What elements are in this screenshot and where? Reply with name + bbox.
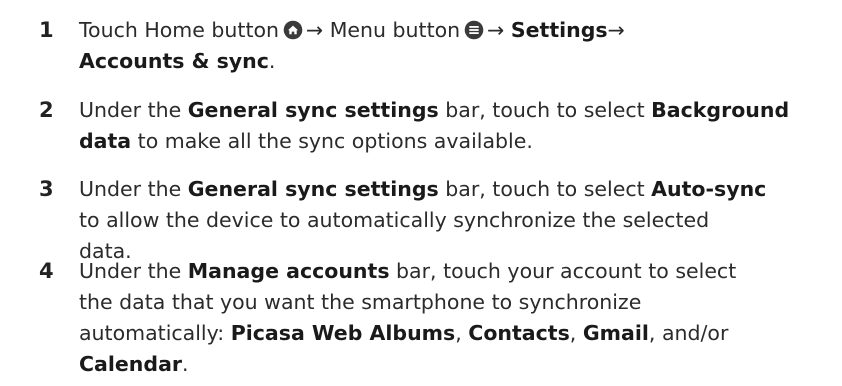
text-run: Under the xyxy=(79,98,188,122)
bold-term: data xyxy=(79,129,132,153)
text-run: → xyxy=(607,18,625,42)
text-run: . xyxy=(268,49,276,73)
step-text: Under the General sync settings bar, tou… xyxy=(79,95,839,157)
bold-term: Auto-sync xyxy=(651,177,767,201)
step-text: Under the Manage accounts bar, touch you… xyxy=(79,256,839,380)
bold-term: Accounts & sync xyxy=(79,49,269,73)
text-run: bar, touch to select xyxy=(438,177,652,201)
text-run: Under the xyxy=(79,177,188,201)
bold-term: Gmail xyxy=(582,321,649,345)
step-text: Touch Home button → Menu button → Settings… xyxy=(79,15,839,77)
text-run: , xyxy=(569,321,583,345)
step-number: 2 xyxy=(39,98,54,122)
text-run: → xyxy=(487,18,511,42)
bold-term: Background xyxy=(651,98,790,122)
bold-term: Picasa Web Albums xyxy=(230,321,456,345)
text-run: . xyxy=(182,352,189,376)
bold-term: Manage accounts xyxy=(187,259,390,283)
text-run: bar, touch your account to select xyxy=(389,259,737,283)
step-number: 1 xyxy=(39,18,54,42)
bold-term: Contacts xyxy=(468,321,570,345)
bold-term: General sync settings xyxy=(187,98,439,122)
bold-term: Settings xyxy=(510,18,608,42)
text-run: bar, touch to select xyxy=(438,98,652,122)
bold-term: Calendar xyxy=(79,352,183,376)
text-run: → Menu button xyxy=(306,18,461,42)
text-run: Under the xyxy=(79,259,188,283)
home-icon xyxy=(283,18,303,40)
text-run: Touch Home button xyxy=(79,18,280,42)
text-run: automatically: xyxy=(79,321,231,345)
step-number: 3 xyxy=(39,177,54,201)
text-run: to make all the sync options available. xyxy=(131,129,533,153)
text-run: , xyxy=(455,321,469,345)
text-run: the data that you want the smartphone to… xyxy=(79,290,642,314)
bold-term: General sync settings xyxy=(187,177,439,201)
text-run: , and/or xyxy=(648,321,729,345)
text-run: to allow the device to automatically syn… xyxy=(79,208,710,232)
step-text: Under the General sync settings bar, tou… xyxy=(79,174,839,267)
menu-icon xyxy=(464,18,484,40)
step-number: 4 xyxy=(39,259,54,283)
instruction-list: 1 Touch Home button → Menu button → Settin… xyxy=(0,0,842,386)
